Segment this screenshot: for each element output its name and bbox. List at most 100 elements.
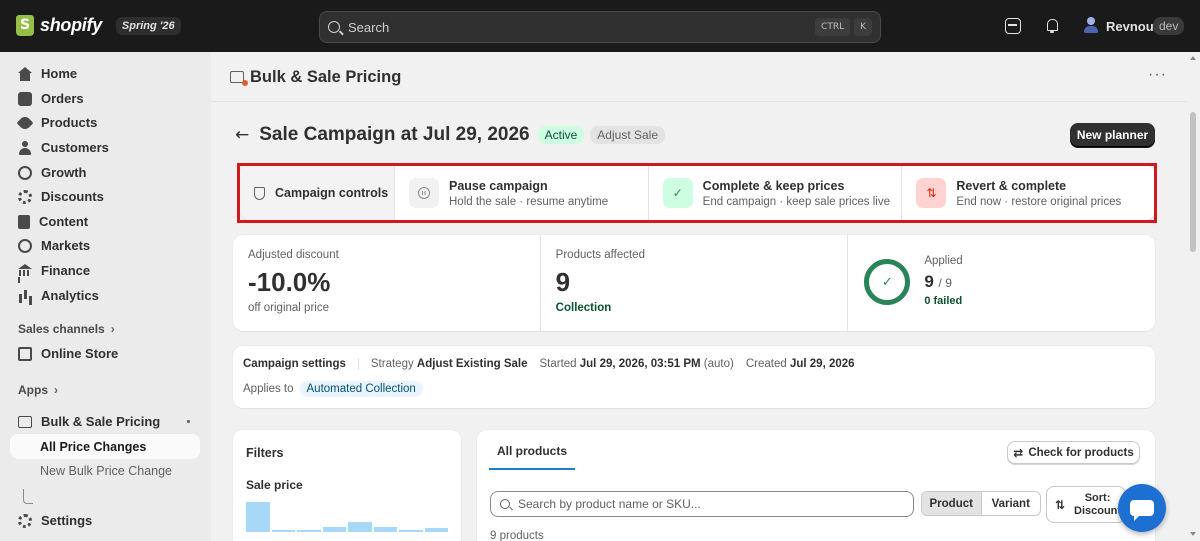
created-value: Jul 29, 2026 (789, 358, 855, 370)
brand-name: shopify (40, 15, 102, 35)
type-badge: Adjust Sale (590, 126, 665, 144)
new-planner-button[interactable]: New planner (1070, 123, 1155, 147)
sidebar-item-label: Content (39, 214, 89, 229)
products-card: All products ⇄ Check for products Search… (477, 430, 1155, 541)
more-actions-icon[interactable]: ··· (1148, 66, 1167, 84)
strategy-label: Strategy (370, 358, 414, 370)
shopify-bag-icon (16, 15, 34, 36)
histogram-bar (246, 501, 270, 532)
bell-icon[interactable] (1044, 18, 1060, 34)
strategy-value: Adjust Existing Sale (416, 358, 528, 370)
person-icon (18, 140, 32, 155)
sidebar-item-discounts[interactable]: Discounts (10, 184, 200, 209)
stat-applied: ✓ Applied 9 / 9 0 failed (848, 235, 1155, 331)
segment-variant[interactable]: Variant (982, 492, 1041, 515)
chat-icon (1130, 500, 1154, 521)
collection-badge[interactable]: Automated Collection (299, 381, 423, 397)
sidebar-item-label: New Bulk Price Change (40, 463, 173, 478)
section-label: Apps (18, 383, 48, 397)
collection-link[interactable]: Collection (556, 302, 833, 314)
product-count: 9 products (490, 530, 544, 541)
search-placeholder: Search by product name or SKU... (518, 497, 701, 511)
sidebar-item-label: Products (41, 115, 98, 130)
sidebar-item-content[interactable]: Content (10, 209, 200, 234)
sidebar-item-finance[interactable]: Finance (10, 258, 200, 283)
campaign-title: Sale Campaign at Jul 29, 2026 (259, 124, 530, 145)
campaign-settings-card: Campaign settings Strategy Adjust Existi… (233, 346, 1155, 408)
failed-count: 0 failed (924, 295, 963, 307)
sidebar-item-analytics[interactable]: Analytics (10, 283, 200, 308)
gear-icon (18, 513, 32, 528)
search-placeholder: Search (348, 19, 390, 35)
stats-card: Adjusted discount -10.0% off original pr… (233, 235, 1155, 331)
tag-icon (16, 114, 34, 131)
growth-icon (18, 165, 32, 180)
sidebar-subitem-new-bulk-price-change[interactable]: New Bulk Price Change (10, 458, 200, 483)
tree-branch-icon (23, 489, 33, 504)
global-search[interactable]: Search CTRL K (319, 11, 881, 43)
sidebar-item-home[interactable]: Home (10, 61, 200, 86)
sidebar-item-online-store[interactable]: Online Store (10, 341, 200, 366)
shopify-logo[interactable]: shopify Spring '26 (16, 15, 181, 36)
sort-icon: ⇅ (1055, 497, 1066, 512)
progress-ring: ✓ (864, 259, 911, 305)
applied-count: 9 / 9 (924, 272, 962, 292)
sidebar-item-label: Growth (41, 165, 87, 180)
settings-title: Campaign settings (243, 358, 359, 370)
chevron-right-icon: › (110, 322, 115, 336)
chat-button[interactable] (1118, 484, 1166, 532)
sidebar-item-settings[interactable]: Settings (10, 508, 200, 533)
status-badge: Active (537, 126, 585, 144)
shortcut-key-ctrl: CTRL (815, 18, 851, 36)
tab-all-products[interactable]: All products (489, 430, 576, 470)
sidebar-item-products[interactable]: Products (10, 110, 200, 135)
scroll-thumb[interactable] (1190, 112, 1196, 252)
sidebar-item-customers[interactable]: Customers (10, 135, 200, 160)
histogram-bar (271, 530, 295, 532)
applied-total: / 9 (938, 276, 952, 290)
stat-value: -10.0% (248, 267, 331, 297)
page-title: Bulk & Sale Pricing (250, 68, 402, 86)
sidebar-subitem-all-price-changes[interactable]: All Price Changes (10, 434, 200, 459)
online-store-icon (18, 346, 32, 361)
histogram-bar (424, 528, 448, 532)
sidebar-item-label: Customers (41, 140, 109, 155)
sidebar-item-growth[interactable]: Growth (10, 160, 200, 185)
scroll-up-icon[interactable] (1190, 56, 1196, 60)
started-label: Started (539, 358, 577, 370)
avatar[interactable] (1082, 16, 1100, 34)
histogram-bar (348, 522, 372, 532)
sidebar-item-label: Bulk & Sale Pricing (41, 414, 161, 429)
stat-value: 9 (555, 267, 571, 297)
sidebar-item-markets[interactable]: Markets (10, 233, 200, 258)
search-shortcut: CTRL K (815, 18, 872, 36)
stat-subtitle: off original price (248, 302, 329, 314)
histogram-bar (373, 527, 397, 532)
scrollbar[interactable] (1187, 52, 1200, 541)
segment-product[interactable]: Product (922, 492, 982, 515)
pin-dot-icon (187, 420, 190, 423)
store-badge: dev (1153, 17, 1185, 35)
app-icon (18, 415, 32, 428)
sale-price-histogram[interactable] (246, 500, 448, 532)
product-search-input[interactable]: Search by product name or SKU... (490, 491, 914, 517)
applied-text: Applied 9 / 9 0 failed (924, 255, 962, 307)
orders-icon (18, 91, 32, 106)
search-icon (328, 21, 340, 33)
filters-card: Filters Sale price (233, 430, 461, 541)
stat-label: Applied (924, 255, 963, 267)
sidebar-item-app[interactable]: Bulk & Sale Pricing (10, 409, 200, 434)
sales-channels-heading[interactable]: Sales channels › (18, 322, 115, 336)
sidebar-item-orders[interactable]: Orders (10, 86, 200, 111)
back-arrow-icon[interactable]: ← (235, 125, 249, 145)
sidebar-item-label: Orders (41, 91, 84, 106)
main-content: Bulk & Sale Pricing ··· ← Sale Campaign … (211, 52, 1200, 541)
store-icon[interactable] (1005, 18, 1021, 34)
campaign-title-row: ← Sale Campaign at Jul 29, 2026 Active A… (235, 122, 665, 148)
sort-button[interactable]: ⇅ Sort: Discount (1046, 486, 1126, 523)
sort-label: Sort: Discount (1074, 491, 1122, 517)
scroll-down-icon[interactable] (1190, 532, 1196, 536)
search-icon (500, 499, 510, 509)
apps-heading[interactable]: Apps › (18, 383, 58, 397)
check-for-products-button[interactable]: ⇄ Check for products (1007, 441, 1140, 464)
